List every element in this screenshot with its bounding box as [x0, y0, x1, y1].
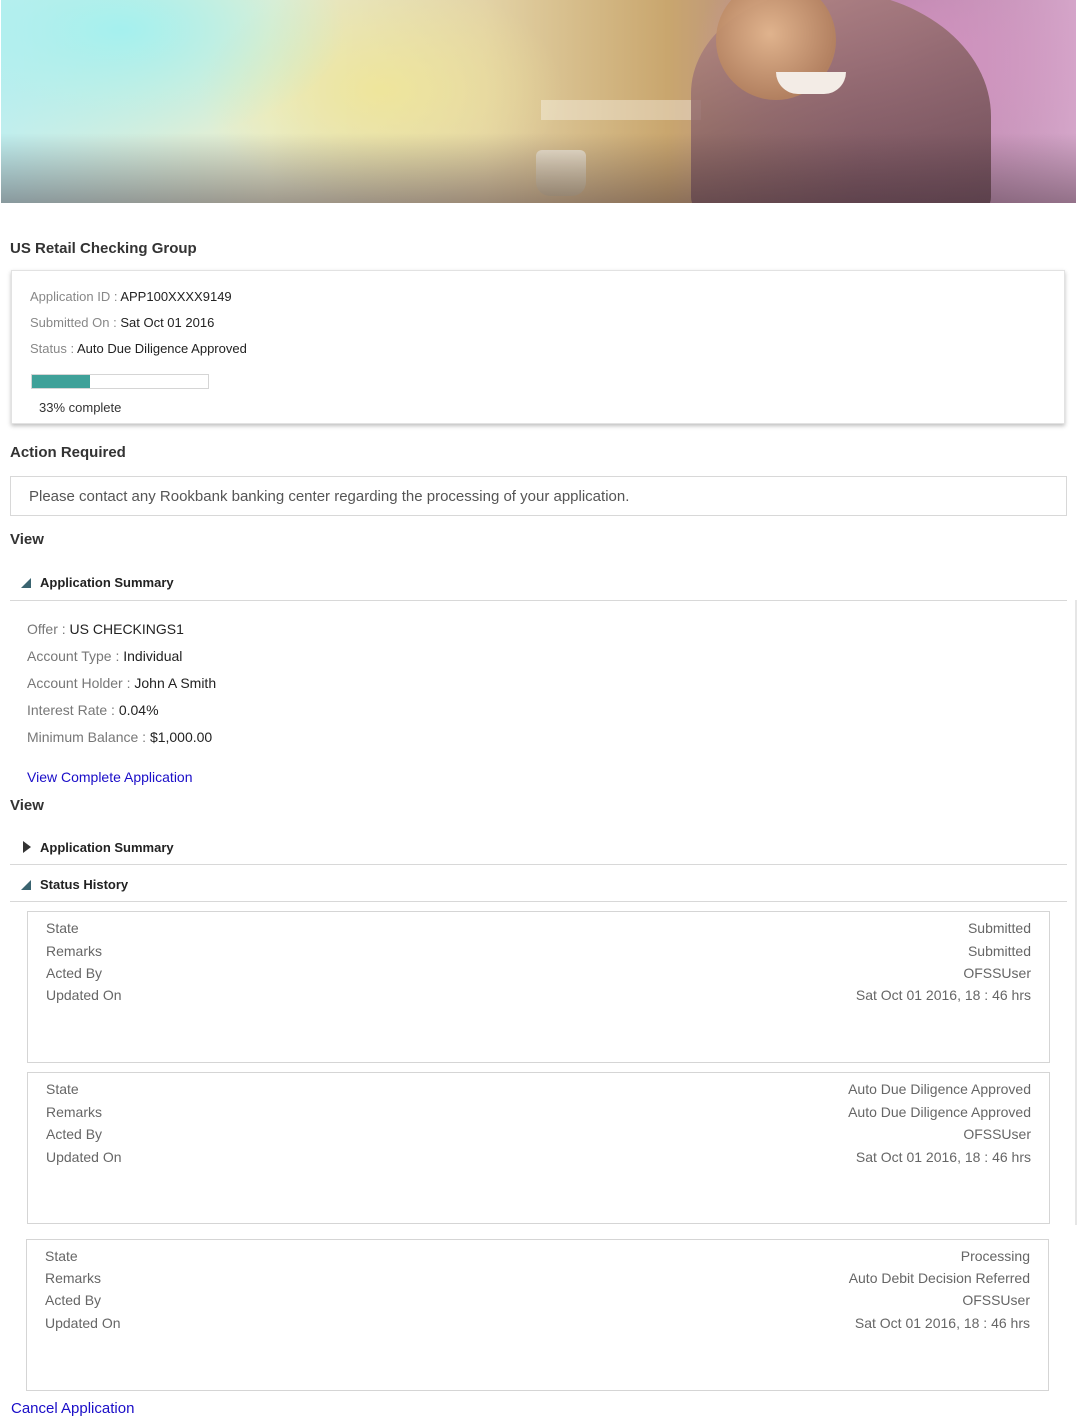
summary-interest-rate-value: 0.04%: [118, 702, 159, 718]
summary-account-holder-row: Account Holder : John A Smith: [27, 675, 216, 691]
history-state-label: State: [46, 920, 79, 936]
scroll-divider: [1075, 600, 1077, 1225]
hero-banner-image: [1, 0, 1076, 203]
status-label: Status :: [30, 341, 75, 356]
history-remarks-row: Remarks Auto Debit Decision Referred: [45, 1270, 1030, 1290]
collapse-triangle-icon: [21, 880, 31, 890]
summary-account-type-row: Account Type : Individual: [27, 648, 182, 664]
application-id-label: Application ID :: [30, 289, 118, 304]
history-state-label: State: [46, 1081, 79, 1097]
summary-interest-rate-row: Interest Rate : 0.04%: [27, 702, 159, 718]
application-id-value: APP100XXXX9149: [120, 289, 232, 304]
cancel-application-link[interactable]: Cancel Application: [11, 1400, 134, 1417]
submitted-on-label: Submitted On :: [30, 315, 117, 330]
status-history-card: State Processing Remarks Auto Debit Deci…: [26, 1239, 1049, 1391]
summary-account-holder-value: John A Smith: [134, 675, 217, 691]
history-remarks-label: Remarks: [46, 943, 103, 959]
history-remarks-value: Submitted: [967, 943, 1031, 959]
action-required-heading: Action Required: [10, 444, 126, 461]
action-required-box: Please contact any Rookbank banking cent…: [10, 476, 1067, 516]
history-remarks-label: Remarks: [46, 1104, 103, 1120]
history-remarks-row: Remarks Submitted: [46, 943, 1031, 963]
history-acted-by-label: Acted By: [45, 1292, 102, 1308]
status-value: Auto Due Diligence Approved: [76, 341, 247, 356]
summary-account-holder-label: Account Holder :: [27, 675, 131, 691]
view-heading-2: View: [10, 797, 44, 814]
summary-interest-rate-label: Interest Rate :: [27, 702, 115, 718]
history-updated-on-value: Sat Oct 01 2016, 18 : 46 hrs: [855, 987, 1031, 1003]
history-updated-on-row: Updated On Sat Oct 01 2016, 18 : 46 hrs: [46, 1149, 1031, 1169]
history-updated-on-label: Updated On: [45, 1315, 121, 1331]
history-remarks-label: Remarks: [45, 1270, 102, 1286]
status-row: Status : Auto Due Diligence Approved: [30, 341, 247, 356]
submitted-on-row: Submitted On : Sat Oct 01 2016: [30, 315, 214, 330]
history-state-value: Processing: [960, 1248, 1030, 1264]
progress-bar-fill: [32, 375, 91, 388]
collapse-triangle-icon: [21, 578, 31, 588]
progress-bar: [31, 374, 209, 389]
history-acted-by-value: OFSSUser: [963, 1126, 1031, 1142]
hero-person-collar: [776, 72, 846, 94]
summary-offer-label: Offer :: [27, 621, 66, 637]
accordion-status-history[interactable]: Status History: [10, 866, 1067, 902]
accordion-application-summary-collapsed[interactable]: Application Summary: [10, 829, 1067, 865]
history-state-value: Submitted: [967, 920, 1031, 936]
history-updated-on-label: Updated On: [46, 987, 122, 1003]
status-history-card: State Auto Due Diligence Approved Remark…: [27, 1072, 1050, 1224]
history-state-row: State Processing: [45, 1248, 1030, 1268]
history-updated-on-row: Updated On Sat Oct 01 2016, 18 : 46 hrs: [45, 1315, 1030, 1335]
history-state-label: State: [45, 1248, 78, 1264]
history-remarks-value: Auto Debit Decision Referred: [848, 1270, 1030, 1286]
history-updated-on-value: Sat Oct 01 2016, 18 : 46 hrs: [855, 1149, 1031, 1165]
status-history-card: State Submitted Remarks Submitted Acted …: [27, 911, 1050, 1063]
history-acted-by-label: Acted By: [46, 1126, 103, 1142]
history-state-row: State Auto Due Diligence Approved: [46, 1081, 1031, 1101]
history-remarks-row: Remarks Auto Due Diligence Approved: [46, 1104, 1031, 1124]
summary-minimum-balance-value: $1,000.00: [149, 729, 213, 745]
application-id-row: Application ID : APP100XXXX9149: [30, 289, 232, 304]
summary-account-type-value: Individual: [123, 648, 183, 664]
action-required-message: Please contact any Rookbank banking cent…: [29, 488, 630, 505]
accordion-label: Status History: [40, 877, 129, 892]
history-remarks-value: Auto Due Diligence Approved: [848, 1104, 1031, 1120]
submitted-on-value: Sat Oct 01 2016: [120, 315, 215, 330]
summary-offer-row: Offer : US CHECKINGS1: [27, 621, 184, 637]
history-acted-by-row: Acted By OFSSUser: [45, 1292, 1030, 1312]
page-title: US Retail Checking Group: [10, 240, 197, 257]
view-heading: View: [10, 531, 44, 548]
hero-table-shape: [541, 100, 701, 120]
expand-triangle-icon: [23, 841, 31, 853]
summary-offer-value: US CHECKINGS1: [69, 621, 184, 637]
view-complete-application-link[interactable]: View Complete Application: [27, 769, 193, 785]
history-acted-by-row: Acted By OFSSUser: [46, 1126, 1031, 1146]
history-acted-by-value: OFSSUser: [962, 1292, 1030, 1308]
summary-account-type-label: Account Type :: [27, 648, 120, 664]
history-state-value: Auto Due Diligence Approved: [848, 1081, 1031, 1097]
history-acted-by-row: Acted By OFSSUser: [46, 965, 1031, 985]
accordion-label: Application Summary: [40, 840, 174, 855]
application-card: Application ID : APP100XXXX9149 Submitte…: [11, 270, 1065, 424]
accordion-application-summary-expanded[interactable]: Application Summary: [10, 564, 1067, 601]
summary-minimum-balance-row: Minimum Balance : $1,000.00: [27, 729, 212, 745]
history-acted-by-label: Acted By: [46, 965, 103, 981]
accordion-label: Application Summary: [40, 575, 174, 590]
hero-fade: [1, 133, 1076, 203]
history-updated-on-value: Sat Oct 01 2016, 18 : 46 hrs: [854, 1315, 1030, 1331]
summary-minimum-balance-label: Minimum Balance :: [27, 729, 147, 745]
history-updated-on-row: Updated On Sat Oct 01 2016, 18 : 46 hrs: [46, 987, 1031, 1007]
progress-text: 33% complete: [39, 400, 122, 415]
history-updated-on-label: Updated On: [46, 1149, 122, 1165]
history-state-row: State Submitted: [46, 920, 1031, 940]
history-acted-by-value: OFSSUser: [963, 965, 1031, 981]
